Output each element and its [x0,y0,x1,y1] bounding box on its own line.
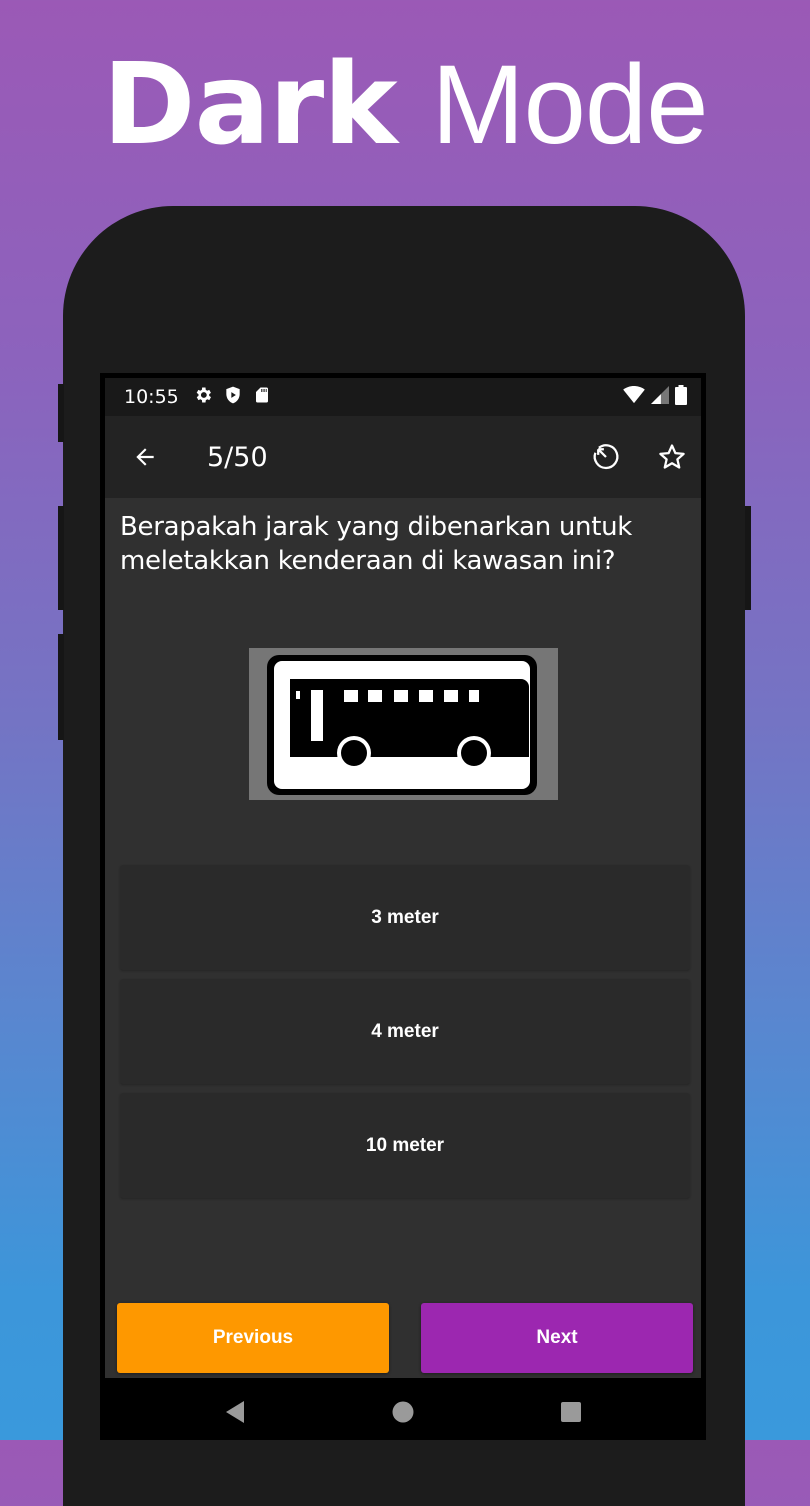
answer-option-2[interactable]: 4 meter [120,979,690,1084]
next-button[interactable]: Next [421,1303,693,1373]
question-text: Berapakah jarak yang dibenarkan untuk me… [120,512,633,576]
back-button[interactable] [129,441,161,473]
question-counter: 5/50 [207,441,268,473]
quiz-content: Berapakah jarak yang dibenarkan untuk me… [105,498,701,1378]
answer-option-label: 4 meter [371,1020,439,1042]
phone-screen: 10:55 5/50 Berapakah jarak yang dibenark… [100,373,706,1440]
sd-card-icon [253,385,271,410]
answer-option-1[interactable]: 3 meter [120,865,690,970]
status-time: 10:55 [124,386,179,408]
system-back-button[interactable] [151,1400,319,1424]
headline: Dark Mode [0,40,810,170]
shield-play-icon [223,385,243,410]
back-triangle-icon [226,1400,244,1423]
phone-side-button-left-3 [58,634,64,740]
answer-option-label: 10 meter [365,1134,445,1156]
recents-square-icon [561,1401,581,1422]
arrow-left-icon [136,448,154,466]
app-bar: 5/50 [105,416,701,498]
phone-side-button-left-2 [58,506,64,610]
battery-icon [675,384,687,410]
phone-side-button-left-1 [58,384,64,442]
answer-option-3[interactable]: 10 meter [120,1093,690,1198]
restart-timer-icon [593,444,619,470]
status-bar: 10:55 [105,378,701,416]
answer-options: 3 meter 4 meter 10 meter [120,865,690,1207]
previous-button[interactable]: Previous [117,1303,389,1373]
restart-timer-button[interactable] [589,440,623,474]
headline-light: Mode [431,42,708,167]
home-circle-icon [392,1401,414,1422]
system-navigation-bar [105,1378,701,1435]
system-recents-button[interactable] [487,1400,655,1424]
bookmark-star-button[interactable] [657,442,687,472]
headline-bold: Dark [102,40,397,170]
wifi-icon [623,385,645,409]
star-outline-icon [659,444,685,469]
system-home-button[interactable] [319,1400,487,1424]
signal-icon [651,385,669,409]
settings-icon [193,385,213,410]
navigation-buttons: Previous Next [117,1303,693,1373]
answer-option-label: 3 meter [371,906,439,928]
bus-parking-sign-image [249,648,558,800]
phone-side-button-right [745,506,751,610]
